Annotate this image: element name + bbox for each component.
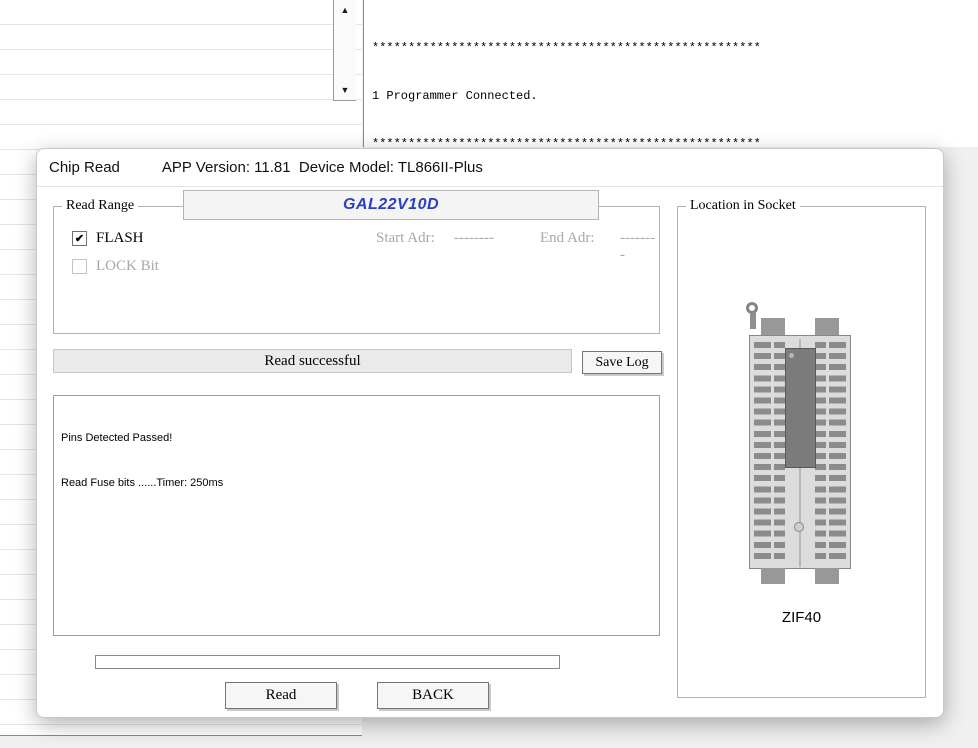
log-line: Read Fuse bits ......Timer: 250ms: [61, 476, 652, 491]
save-log-button[interactable]: Save Log: [582, 351, 662, 374]
chip-name-label: GAL22V10D: [343, 196, 439, 214]
socket-pins-right-outer: [829, 342, 846, 564]
socket-name-label: ZIF40: [678, 609, 925, 626]
socket-pins-left-outer: [754, 342, 771, 564]
socket-bottom-left-tab: [761, 568, 785, 584]
zif-socket-graphic: [741, 302, 861, 597]
start-adr-value: --------: [454, 230, 494, 247]
read-button-label: Read: [266, 687, 297, 704]
read-range-group-label: Read Range: [62, 198, 138, 214]
read-range-group: Read Range ✔ FLASH LOCK Bit Start Adr: -…: [53, 206, 660, 334]
socket-screw: [794, 522, 804, 532]
scroll-up-icon: ▲: [341, 5, 350, 15]
scroll-down-icon: ▼: [341, 85, 350, 95]
status-text: Read successful: [264, 353, 360, 370]
chip-pin1-dot: [789, 353, 794, 358]
check-icon: ✔: [75, 232, 84, 245]
console-line: ****************************************…: [372, 40, 978, 56]
inserted-chip: [785, 348, 816, 468]
chip-name-tab: GAL22V10D: [183, 190, 599, 220]
dialog-titlebar: Chip Read APP Version: 11.81 Device Mode…: [37, 149, 943, 187]
chip-read-dialog: Chip Read APP Version: 11.81 Device Mode…: [36, 148, 944, 718]
location-in-socket-group-label: Location in Socket: [686, 198, 800, 214]
socket-pins-left-inner: [774, 342, 785, 564]
socket-bottom-right-tab: [815, 568, 839, 584]
end-adr-label: End Adr:: [540, 230, 595, 247]
read-button[interactable]: Read: [225, 682, 337, 709]
status-bar: Read successful: [53, 349, 572, 373]
flash-checkbox-label: FLASH: [96, 230, 144, 247]
log-line: Pins Detected Passed!: [61, 431, 652, 446]
back-button[interactable]: BACK: [377, 682, 489, 709]
location-in-socket-group: Location in Socket ZIF40: [677, 206, 926, 698]
dialog-title: Chip Read: [49, 159, 120, 176]
socket-lever-stem: [750, 313, 756, 329]
socket-body: [749, 335, 851, 569]
flash-checkbox[interactable]: ✔: [72, 231, 87, 246]
scroll-down-button[interactable]: ▼: [334, 82, 356, 98]
table-scrollbar[interactable]: ▲ ▼: [333, 0, 356, 101]
save-log-button-label: Save Log: [595, 355, 648, 371]
socket-top-left-tab: [761, 318, 785, 335]
operation-log-box[interactable]: Pins Detected Passed! Read Fuse bits ...…: [53, 395, 660, 636]
back-button-label: BACK: [412, 687, 454, 704]
programmer-console: ****************************************…: [363, 0, 978, 147]
dialog-subtitle: APP Version: 11.81 Device Model: TL866II…: [162, 159, 483, 176]
progress-bar: [95, 655, 560, 669]
socket-pins-right-inner: [815, 342, 826, 564]
end-adr-value: --------: [620, 230, 659, 264]
socket-top-right-tab: [815, 318, 839, 335]
console-line: ****************************************…: [372, 136, 978, 147]
start-adr-label: Start Adr:: [376, 230, 435, 247]
lock-bit-checkbox-label: LOCK Bit: [96, 258, 159, 275]
lock-bit-checkbox[interactable]: [72, 259, 87, 274]
console-line: 1 Programmer Connected.: [372, 88, 978, 104]
scroll-up-button[interactable]: ▲: [334, 2, 356, 18]
